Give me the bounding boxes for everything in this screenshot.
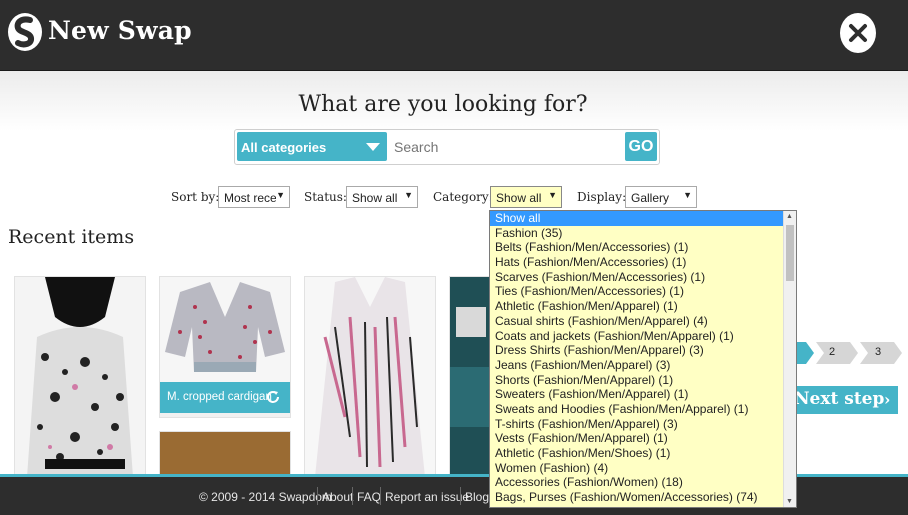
- search-heading: What are you looking for?: [298, 92, 588, 117]
- sort-value: Most recen: [224, 191, 276, 205]
- dropdown-arrow-icon: ▼: [404, 190, 413, 200]
- step-indicator: 2 3: [794, 342, 908, 369]
- divider: [352, 487, 353, 505]
- step-arrows: [794, 342, 902, 364]
- chevron-right-icon: ›: [884, 390, 891, 409]
- page-title: New Swap: [48, 16, 192, 45]
- search-bar: All categories GO: [234, 129, 660, 165]
- next-step-label: Next step: [794, 389, 885, 409]
- status-label: Status:: [304, 190, 347, 204]
- item-photo: [305, 277, 435, 477]
- item-card-partial[interactable]: [449, 276, 491, 478]
- category-option[interactable]: Jeans (Fashion/Men/Apparel) (3): [490, 358, 796, 373]
- dropdown-arrow-icon: ▼: [683, 190, 692, 200]
- category-option[interactable]: T-shirts (Fashion/Men/Apparel) (3): [490, 417, 796, 432]
- category-option[interactable]: Sweaters (Fashion/Men/Apparel) (1): [490, 387, 796, 402]
- divider: [317, 487, 318, 505]
- next-step-button[interactable]: Next step ›: [790, 386, 898, 414]
- category-option[interactable]: Sweats and Hoodies (Fashion/Men/Apparel)…: [490, 402, 796, 417]
- display-label: Display:: [577, 190, 627, 204]
- swapdom-logo-icon[interactable]: [8, 13, 42, 51]
- category-option[interactable]: Coats and jackets (Fashion/Men/Apparel) …: [490, 329, 796, 344]
- step-3[interactable]: 3: [875, 346, 881, 358]
- scroll-down-icon[interactable]: ▼: [786, 498, 793, 505]
- category-option[interactable]: Athletic (Fashion/Men/Shoes) (1): [490, 446, 796, 461]
- footer-link-report-issue[interactable]: Report an issue: [385, 490, 469, 504]
- item-card-dress[interactable]: [14, 276, 146, 478]
- category-option[interactable]: Dress Shirts (Fashion/Men/Apparel) (3): [490, 343, 796, 358]
- item-caption[interactable]: M. cropped cardigan: [160, 382, 290, 413]
- go-button[interactable]: GO: [625, 132, 657, 161]
- recent-items-heading: Recent items: [8, 226, 135, 248]
- category-option[interactable]: Belts (Fashion/Men/Accessories) (1): [490, 240, 796, 255]
- category-option[interactable]: Show all: [490, 211, 796, 226]
- category-option[interactable]: Casual shirts (Fashion/Men/Apparel) (4): [490, 314, 796, 329]
- footer-link-blog[interactable]: Blog: [465, 490, 489, 504]
- item-card-brown[interactable]: [159, 431, 291, 478]
- search-input[interactable]: [390, 132, 628, 161]
- scroll-up-icon[interactable]: ▲: [786, 213, 793, 220]
- status-select[interactable]: Show all ▼: [346, 186, 418, 208]
- close-button[interactable]: [840, 13, 876, 53]
- item-caption-label: M. cropped cardigan: [167, 391, 272, 403]
- item-card-printed-dress[interactable]: [304, 276, 436, 478]
- filter-bar: Sort by: Most recen ▼ Status: Show all ▼…: [0, 186, 908, 210]
- item-photo: [160, 432, 290, 477]
- dropdown-arrow-icon: ▼: [548, 190, 557, 200]
- display-value: Gallery: [631, 191, 670, 205]
- category-option[interactable]: Shorts (Fashion/Men/Apparel) (1): [490, 373, 796, 388]
- category-filter-select[interactable]: Show all ▼: [490, 186, 562, 208]
- chevron-down-icon: [366, 143, 380, 151]
- divider: [460, 487, 461, 505]
- close-icon: [849, 24, 867, 42]
- refresh-icon[interactable]: [265, 389, 281, 405]
- category-filter-label: Category:: [433, 190, 493, 204]
- category-option[interactable]: Fashion (35): [490, 226, 796, 241]
- category-option[interactable]: Hats (Fashion/Men/Accessories) (1): [490, 255, 796, 270]
- footer-link-about[interactable]: About: [322, 490, 353, 504]
- category-option[interactable]: Ties (Fashion/Men/Accessories) (1): [490, 284, 796, 299]
- category-options: Show all Fashion (35) Belts (Fashion/Men/A…: [490, 211, 796, 505]
- sort-label: Sort by:: [171, 190, 220, 204]
- category-option[interactable]: Bags, Purses (Fashion/Women/Accessories)…: [490, 490, 796, 505]
- display-select[interactable]: Gallery ▼: [625, 186, 697, 208]
- category-option[interactable]: Scarves (Fashion/Men/Accessories) (1): [490, 270, 796, 285]
- category-filter-value: Show all: [496, 191, 542, 205]
- item-card-cardigan[interactable]: M. cropped cardigan: [159, 276, 291, 418]
- sort-select[interactable]: Most recen ▼: [218, 186, 290, 208]
- item-photo: [15, 277, 145, 477]
- category-select[interactable]: All categories: [237, 132, 387, 161]
- dropdown-scrollbar[interactable]: ▲ ▼: [783, 211, 796, 507]
- category-option[interactable]: Vests (Fashion/Men/Apparel) (1): [490, 431, 796, 446]
- status-value: Show all: [352, 191, 398, 205]
- scrollbar-thumb[interactable]: [786, 225, 794, 281]
- category-select-label: All categories: [241, 140, 327, 155]
- divider: [380, 487, 381, 505]
- category-dropdown-list[interactable]: Show all Fashion (35) Belts (Fashion/Men/A…: [489, 210, 797, 508]
- copyright: © 2009 - 2014 Swapdom: [199, 490, 332, 504]
- item-photo: [450, 277, 490, 477]
- dropdown-arrow-icon: ▼: [276, 190, 285, 200]
- category-option[interactable]: Women (Fashion) (4): [490, 461, 796, 476]
- step-2[interactable]: 2: [829, 346, 835, 358]
- category-option[interactable]: Athletic (Fashion/Men/Apparel) (1): [490, 299, 796, 314]
- app-header: New Swap: [0, 0, 908, 71]
- item-photo: [160, 277, 290, 382]
- footer-link-faq[interactable]: FAQ: [357, 490, 381, 504]
- category-option[interactable]: Accessories (Fashion/Women) (18): [490, 475, 796, 490]
